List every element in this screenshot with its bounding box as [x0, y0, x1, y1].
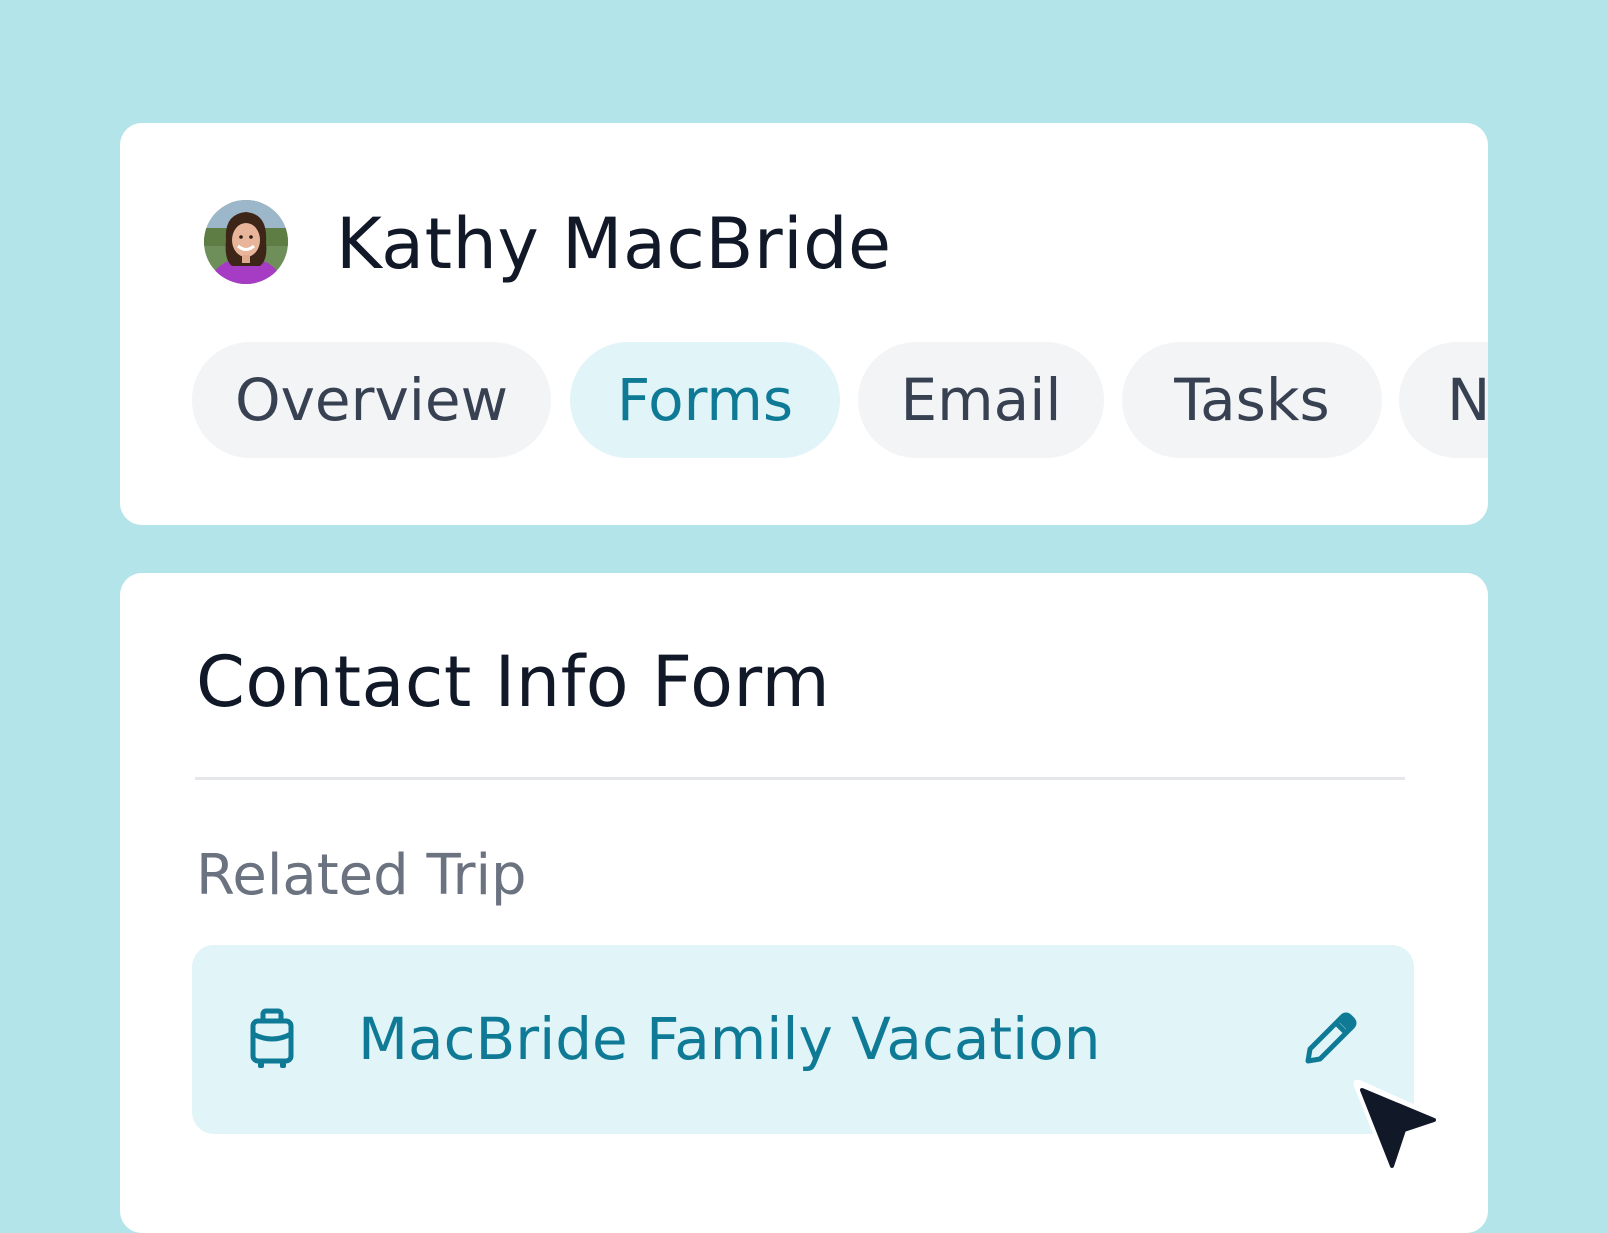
related-trip-label: Related Trip: [196, 843, 527, 908]
related-trip-field[interactable]: MacBride Family Vacation: [192, 945, 1414, 1134]
tab-notes[interactable]: N: [1399, 342, 1488, 458]
tab-forms[interactable]: Forms: [570, 342, 840, 458]
divider: [195, 777, 1405, 780]
contact-tabs: Overview Forms Email Tasks N: [192, 342, 1488, 460]
trip-name-link[interactable]: MacBride Family Vacation: [358, 1003, 1100, 1075]
avatar: [204, 200, 288, 284]
luggage-icon: [250, 1008, 294, 1070]
form-title: Contact Info Form: [196, 641, 831, 723]
contact-header-card: [120, 123, 1488, 525]
tab-email[interactable]: Email: [858, 342, 1104, 458]
tab-overview[interactable]: Overview: [192, 342, 551, 458]
mouse-cursor-icon: [1348, 1074, 1448, 1184]
pencil-icon[interactable]: [1300, 1009, 1360, 1069]
tab-tasks[interactable]: Tasks: [1122, 342, 1382, 458]
contact-name: Kathy MacBride: [336, 203, 892, 285]
